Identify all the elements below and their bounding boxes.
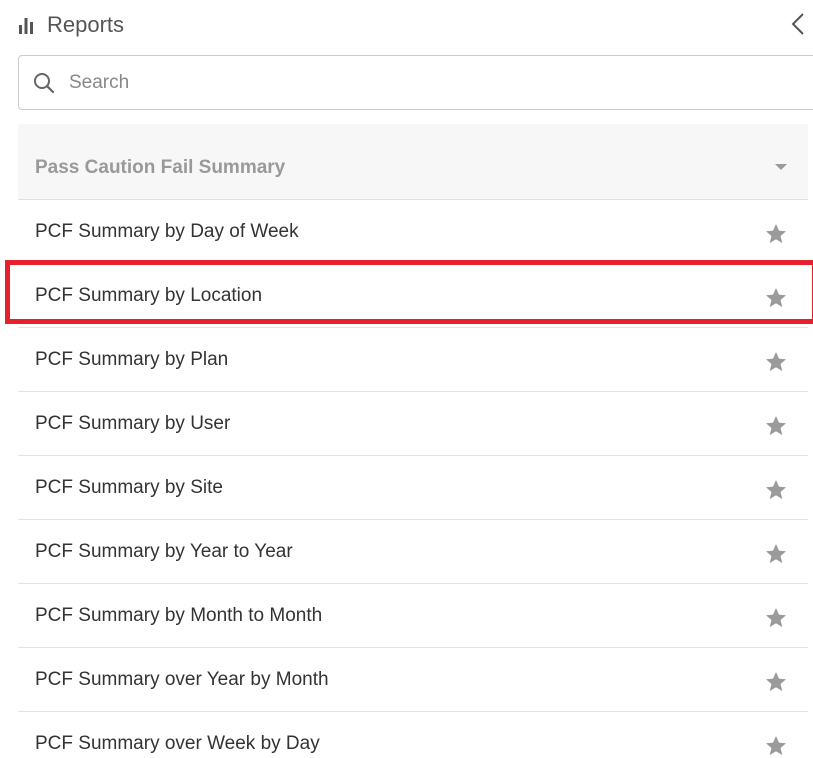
section-title: Pass Caution Fail Summary: [35, 157, 286, 178]
search-box: [18, 55, 813, 110]
caret-down-icon: [775, 164, 787, 170]
report-item-label: PCF Summary by Month to Month: [35, 605, 323, 626]
star-icon[interactable]: [764, 414, 788, 438]
report-item-plan[interactable]: PCF Summary by Plan: [18, 328, 808, 392]
report-item-label: PCF Summary by Day of Week: [35, 221, 299, 242]
report-item-site[interactable]: PCF Summary by Site: [18, 456, 808, 520]
report-item-label: PCF Summary over Week by Day: [35, 733, 320, 754]
report-list: PCF Summary by Day of Week PCF Summary b…: [18, 200, 808, 758]
report-item-label: PCF Summary by Plan: [35, 349, 229, 370]
report-item-label: PCF Summary by User: [35, 413, 231, 434]
panel-title: Reports: [47, 12, 125, 37]
report-item-label: PCF Summary by Site: [35, 477, 223, 498]
panel-header: Reports: [18, 8, 124, 42]
report-item-week-by-day[interactable]: PCF Summary over Week by Day: [18, 712, 808, 758]
star-icon[interactable]: [764, 286, 788, 310]
star-icon[interactable]: [764, 606, 788, 630]
report-item-label: PCF Summary over Year by Month: [35, 669, 329, 690]
search-input[interactable]: [69, 66, 769, 100]
report-item-location[interactable]: PCF Summary by Location: [18, 264, 808, 328]
star-icon[interactable]: [764, 670, 788, 694]
star-icon[interactable]: [764, 222, 788, 246]
star-icon[interactable]: [764, 478, 788, 502]
bar-chart-icon: [19, 18, 33, 34]
report-item-user[interactable]: PCF Summary by User: [18, 392, 808, 456]
report-item-year-to-year[interactable]: PCF Summary by Year to Year: [18, 520, 808, 584]
chevron-left-icon[interactable]: [789, 11, 807, 37]
star-icon[interactable]: [764, 350, 788, 374]
report-item-month-to-month[interactable]: PCF Summary by Month to Month: [18, 584, 808, 648]
report-item-label: PCF Summary by Location: [35, 285, 263, 306]
search-icon: [34, 73, 55, 94]
reports-panel: Reports Pass Caution Fail Summary PCF Su…: [0, 0, 813, 758]
report-item-year-by-month[interactable]: PCF Summary over Year by Month: [18, 648, 808, 712]
section-dropdown[interactable]: Pass Caution Fail Summary: [18, 124, 808, 200]
star-icon[interactable]: [764, 734, 788, 758]
report-item-label: PCF Summary by Year to Year: [35, 541, 293, 562]
star-icon[interactable]: [764, 542, 788, 566]
report-item-day-of-week[interactable]: PCF Summary by Day of Week: [18, 200, 808, 264]
